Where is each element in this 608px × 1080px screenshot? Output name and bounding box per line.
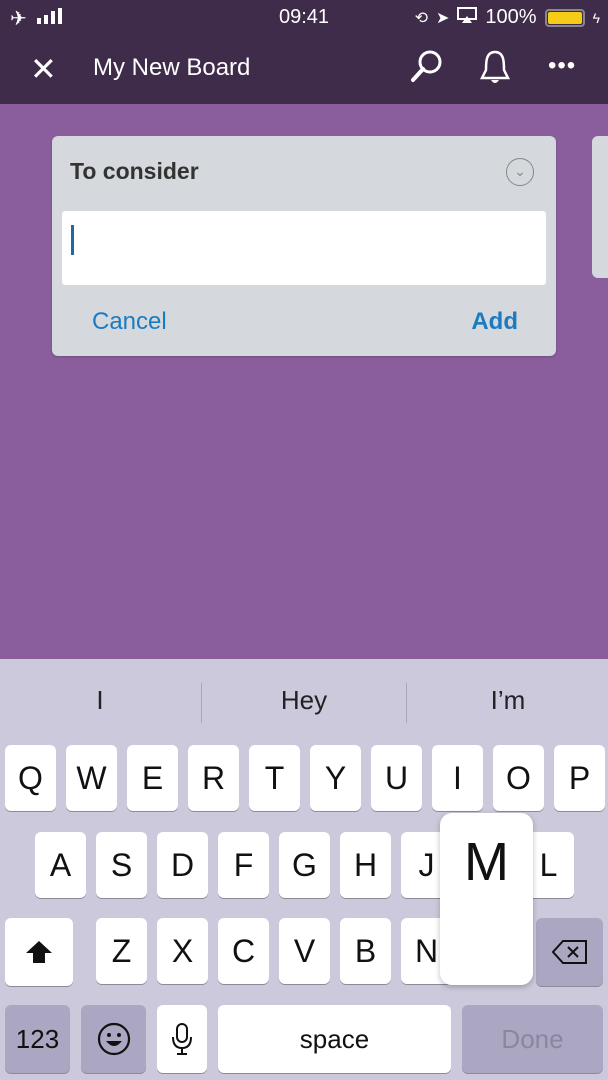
more-icon[interactable]: ••• (548, 52, 576, 80)
location-icon: ➤ (436, 9, 450, 27)
emoji-key[interactable] (81, 1005, 146, 1073)
card-title-input[interactable] (62, 211, 546, 285)
divider (406, 683, 407, 723)
add-button[interactable]: Add (471, 308, 518, 336)
suggestion-2[interactable]: Hey (204, 685, 404, 716)
key-o[interactable]: O (493, 745, 544, 811)
key-y[interactable]: Y (310, 745, 361, 811)
key-e[interactable]: E (127, 745, 178, 811)
list-title[interactable]: To consider (70, 158, 199, 185)
bell-icon[interactable] (478, 48, 512, 93)
next-list-card[interactable] (592, 136, 608, 278)
chevron-down-icon[interactable]: ⌄ (506, 158, 534, 186)
key-preview-popup: M (440, 813, 533, 985)
charging-icon: ϟ (592, 9, 600, 26)
battery-percent: 100% (485, 6, 537, 28)
key-s[interactable]: S (96, 832, 147, 898)
key-a[interactable]: A (35, 832, 86, 898)
suggestion-3[interactable]: I’m (408, 685, 608, 716)
key-t[interactable]: T (249, 745, 300, 811)
key-h[interactable]: H (340, 832, 391, 898)
key-p[interactable]: P (554, 745, 605, 811)
key-u[interactable]: U (371, 745, 422, 811)
key-v[interactable]: V (279, 918, 330, 984)
navigation-bar: ✕ My New Board ••• (0, 34, 608, 104)
status-bar: ✈ 09:41 ⟲ ➤ 100% ϟ (0, 0, 608, 34)
numbers-key[interactable]: 123 (5, 1005, 70, 1073)
board-title: My New Board (93, 54, 251, 81)
key-d[interactable]: D (157, 832, 208, 898)
space-key[interactable]: space (218, 1005, 451, 1073)
key-w[interactable]: W (66, 745, 117, 811)
key-z[interactable]: Z (96, 918, 147, 984)
search-icon[interactable] (410, 48, 444, 93)
list-card: To consider ⌄ Cancel Add (52, 136, 556, 356)
backspace-icon (551, 940, 587, 964)
airplay-icon (457, 6, 478, 29)
close-icon[interactable]: ✕ (30, 50, 57, 88)
key-r[interactable]: R (188, 745, 239, 811)
suggestion-bar: I Hey I’m (0, 659, 608, 745)
key-f[interactable]: F (218, 832, 269, 898)
key-c[interactable]: C (218, 918, 269, 984)
key-q[interactable]: Q (5, 745, 56, 811)
delete-key[interactable] (536, 918, 603, 986)
key-x[interactable]: X (157, 918, 208, 984)
rotation-lock-icon: ⟲ (414, 9, 429, 27)
done-key[interactable]: Done (462, 1005, 603, 1073)
board-area: To consider ⌄ Cancel Add (0, 104, 608, 659)
key-b[interactable]: B (340, 918, 391, 984)
battery-icon (544, 8, 585, 27)
divider (201, 683, 202, 723)
microphone-key[interactable] (157, 1005, 207, 1073)
suggestion-1[interactable]: I (0, 685, 200, 716)
shift-icon (26, 941, 52, 963)
key-g[interactable]: G (279, 832, 330, 898)
emoji-icon (97, 1022, 130, 1056)
text-caret (71, 225, 74, 255)
shift-key[interactable] (5, 918, 73, 986)
microphone-icon (172, 1023, 192, 1055)
key-i[interactable]: I (432, 745, 483, 811)
cancel-button[interactable]: Cancel (92, 308, 167, 336)
